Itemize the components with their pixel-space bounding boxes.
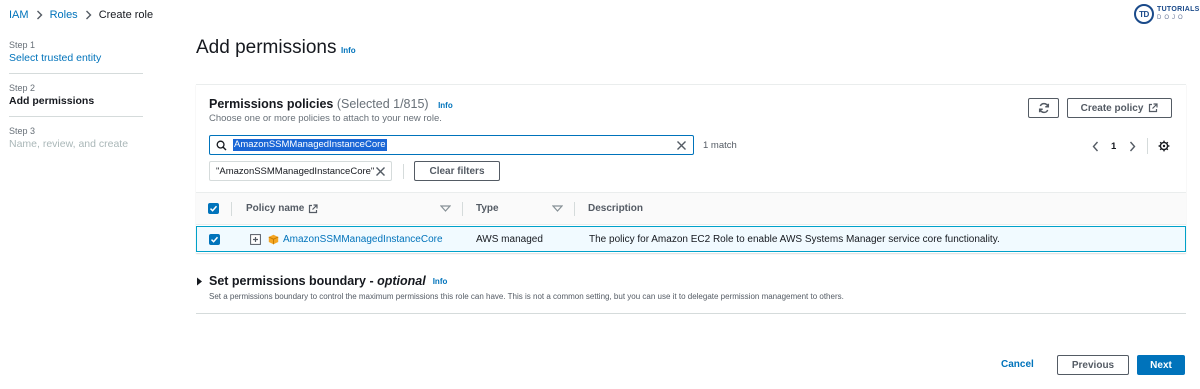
column-divider — [574, 202, 575, 216]
create-policy-button[interactable]: Create policy — [1067, 98, 1172, 118]
expand-row-icon[interactable] — [250, 233, 261, 245]
policy-name-link[interactable]: AmazonSSMManagedInstanceCore — [268, 227, 443, 251]
external-link-icon — [308, 203, 318, 214]
previous-button[interactable]: Previous — [1057, 355, 1129, 375]
refresh-button[interactable] — [1028, 98, 1059, 118]
step-name-review-create: Name, review, and create — [9, 138, 129, 150]
search-value: AmazonSSMManagedInstanceCore — [233, 139, 387, 151]
search-icon — [216, 140, 227, 151]
wizard-steps: Step 1 Select trusted entity Step 2 Add … — [9, 40, 143, 168]
pagination-divider — [1147, 138, 1149, 154]
page-info-link[interactable]: Info — [341, 46, 356, 55]
breadcrumb: IAM Roles Create role — [9, 8, 153, 22]
logo-text-top: TUTORIALS — [1157, 6, 1200, 13]
policies-heading: Permissions policies (Selected 1/815) In… — [209, 97, 453, 111]
select-all-checkbox[interactable] — [208, 203, 219, 214]
chevron-right-icon — [36, 10, 43, 20]
breadcrumb-roles-link[interactable]: Roles — [50, 9, 78, 21]
filter-divider — [403, 164, 404, 179]
next-page-icon[interactable] — [1125, 141, 1139, 152]
wizard-step-2: Step 2 Add permissions — [9, 83, 143, 117]
wizard-step-3: Step 3 Name, review, and create — [9, 126, 143, 159]
policy-type: AWS managed — [476, 233, 543, 245]
sort-caret-icon[interactable] — [552, 205, 563, 212]
previous-page-icon[interactable] — [1088, 141, 1102, 152]
logo-text-bottom: DOJO — [1157, 15, 1186, 21]
breadcrumb-iam-link[interactable]: IAM — [9, 9, 29, 21]
page-number[interactable]: 1 — [1111, 141, 1116, 152]
table-row[interactable]: AmazonSSMManagedInstanceCore AWS managed… — [196, 226, 1186, 252]
policies-info-link[interactable]: Info — [438, 101, 453, 110]
caret-right-icon — [196, 277, 203, 286]
filter-token-label: "AmazonSSMManagedInstanceCore" — [216, 165, 375, 177]
permissions-boundary-toggle[interactable]: Set permissions boundary - optional Info — [196, 274, 1186, 288]
row-checkbox[interactable] — [209, 233, 220, 245]
description-column-header: Description — [588, 203, 644, 214]
policies-description: Choose one or more policies to attach to… — [209, 113, 442, 124]
logo-badge: TD — [1134, 4, 1154, 24]
step-number: Step 2 — [9, 83, 36, 93]
aws-managed-policy-icon — [268, 234, 279, 245]
policy-name-column-header[interactable]: Policy name — [246, 193, 318, 224]
permissions-boundary-description: Set a permissions boundary to control th… — [209, 292, 844, 301]
breadcrumb-current: Create role — [98, 9, 154, 21]
policy-search-input[interactable]: AmazonSSMManagedInstanceCore — [209, 135, 694, 155]
gear-icon[interactable] — [1158, 140, 1170, 152]
chevron-right-icon — [85, 10, 92, 20]
policies-selected-count: (Selected 1/815) — [336, 97, 429, 111]
permissions-boundary-section: Set permissions boundary - optional Info… — [196, 274, 1186, 314]
tutorials-dojo-logo: TD TUTORIALS DOJO — [1134, 4, 1200, 24]
column-divider — [462, 202, 463, 216]
step-number: Step 3 — [9, 126, 36, 136]
permissions-policies-panel: Permissions policies (Selected 1/815) In… — [196, 84, 1186, 253]
step-number: Step 1 — [9, 40, 36, 50]
clear-search-icon[interactable] — [676, 140, 687, 151]
refresh-icon — [1038, 102, 1050, 114]
external-link-icon — [1148, 103, 1159, 113]
page-title: Add permissions — [196, 37, 337, 58]
policies-title: Permissions policies — [209, 97, 334, 111]
search-match-count: 1 match — [703, 140, 737, 151]
cancel-button[interactable]: Cancel — [1001, 359, 1034, 370]
step-add-permissions: Add permissions — [9, 95, 95, 107]
column-divider — [231, 202, 232, 216]
remove-filter-icon[interactable] — [375, 166, 386, 177]
permissions-boundary-title: Set permissions boundary - optional — [209, 274, 426, 288]
clear-filters-button[interactable]: Clear filters — [414, 161, 500, 181]
step-select-trusted-entity-link[interactable]: Select trusted entity — [9, 52, 143, 64]
next-button[interactable]: Next — [1137, 355, 1185, 375]
table-header: Policy name Type Description — [196, 192, 1186, 225]
sort-caret-icon[interactable] — [440, 205, 451, 212]
filter-token: "AmazonSSMManagedInstanceCore" — [209, 161, 392, 181]
boundary-info-link[interactable]: Info — [433, 277, 448, 286]
type-column-header[interactable]: Type — [476, 193, 499, 224]
create-policy-label: Create policy — [1080, 102, 1144, 114]
pagination: 1 — [1088, 138, 1170, 154]
wizard-step-1: Step 1 Select trusted entity — [9, 40, 143, 74]
policy-description: The policy for Amazon EC2 Role to enable… — [589, 233, 1000, 245]
